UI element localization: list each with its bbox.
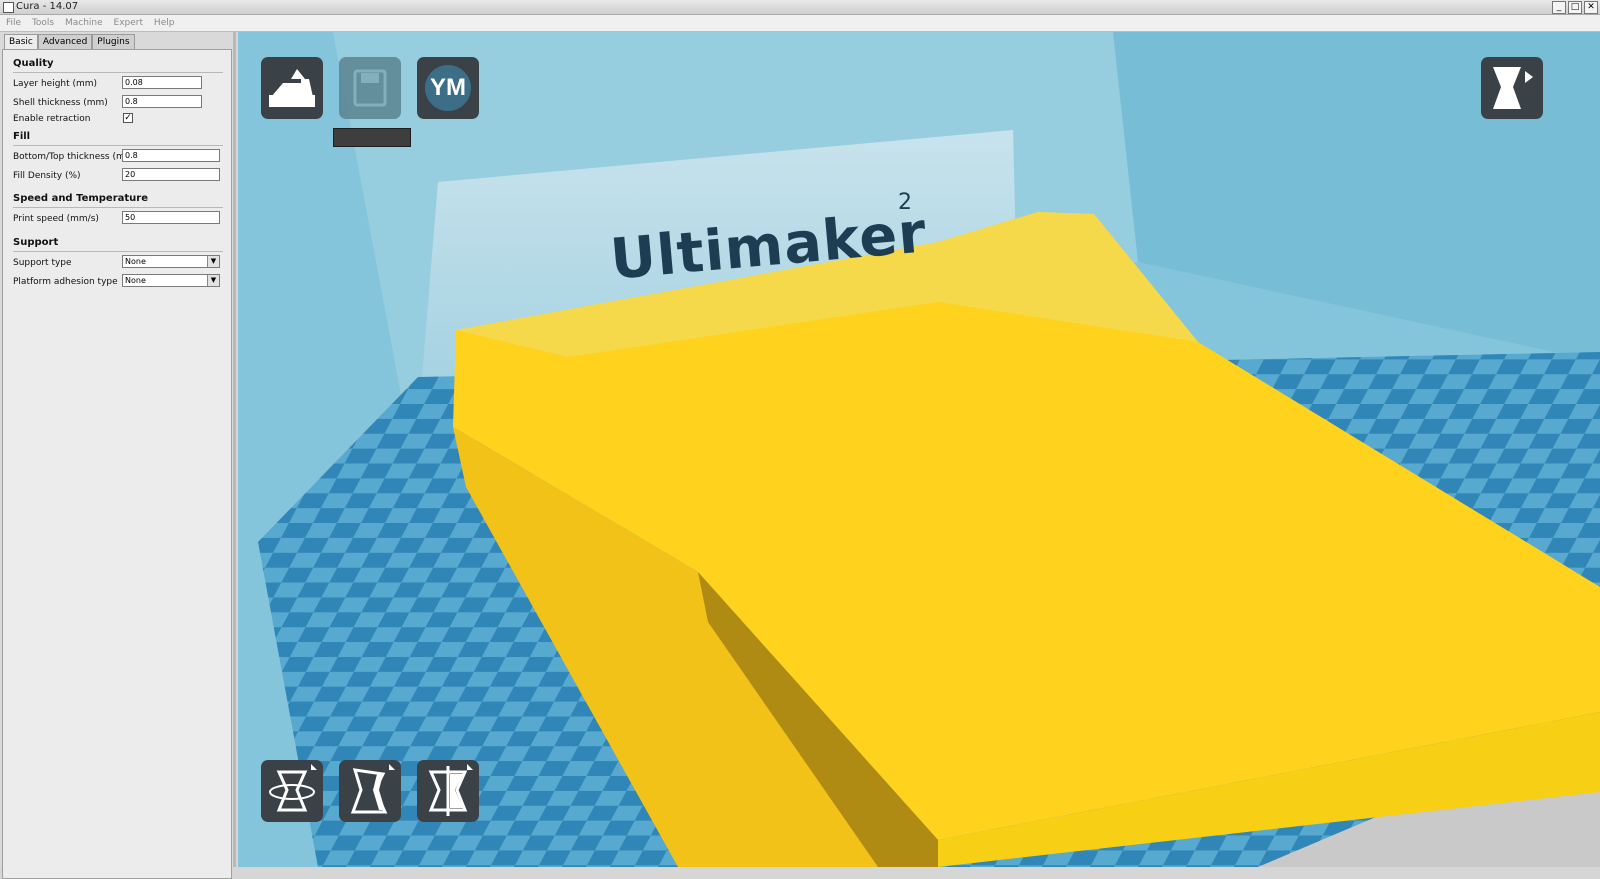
- mirror-icon: [428, 764, 473, 816]
- support-type-select[interactable]: None ▼: [122, 255, 220, 268]
- menu-file[interactable]: File: [6, 15, 21, 31]
- settings-tabs: Basic Advanced Plugins: [4, 34, 135, 50]
- youmagine-icon: YM: [425, 65, 471, 111]
- scene: [238, 32, 1600, 867]
- enable-retraction-label: Enable retraction: [13, 114, 91, 124]
- menu-expert[interactable]: Expert: [114, 15, 144, 31]
- mirror-tool-button[interactable]: [417, 760, 479, 822]
- bottom-top-thickness-input[interactable]: 0.8: [122, 149, 220, 162]
- minimize-button[interactable]: _: [1552, 1, 1566, 14]
- tab-plugins[interactable]: Plugins: [92, 34, 135, 49]
- maximize-button[interactable]: □: [1568, 1, 1582, 14]
- fill-density-label: Fill Density (%): [13, 171, 81, 181]
- view-mode-button[interactable]: [1481, 57, 1543, 119]
- platform-adhesion-value: None: [125, 276, 146, 285]
- bottom-top-thickness-label: Bottom/Top thickness (mm): [13, 152, 138, 162]
- 3d-viewport[interactable]: Ultimaker 2 YM: [238, 32, 1600, 867]
- menu-help[interactable]: Help: [154, 15, 175, 31]
- menu-tools[interactable]: Tools: [32, 15, 54, 31]
- layer-height-label: Layer height (mm): [13, 79, 98, 89]
- ultimaker-logo-superscript: 2: [898, 190, 912, 215]
- menu-machine[interactable]: Machine: [65, 15, 103, 31]
- chevron-down-icon[interactable]: ▼: [207, 275, 219, 286]
- chevron-down-icon[interactable]: ▼: [207, 256, 219, 267]
- shell-thickness-input[interactable]: 0.8: [122, 95, 202, 108]
- settings-panel: Basic Advanced Plugins Quality Layer hei…: [0, 32, 236, 879]
- shell-thickness-label: Shell thickness (mm): [13, 98, 108, 108]
- support-type-label: Support type: [13, 258, 72, 268]
- menu-bar: File Tools Machine Expert Help: [0, 15, 1600, 32]
- tab-advanced[interactable]: Advanced: [37, 34, 93, 49]
- support-type-value: None: [125, 257, 146, 266]
- section-quality-title: Quality: [13, 58, 54, 69]
- section-divider: [13, 251, 223, 252]
- scale-tool-button[interactable]: [339, 760, 401, 822]
- close-button[interactable]: ✕: [1584, 1, 1598, 14]
- layer-height-input[interactable]: 0.08: [122, 76, 202, 89]
- fill-density-input[interactable]: 20: [122, 168, 220, 181]
- print-speed-input[interactable]: 50: [122, 211, 220, 224]
- section-fill-title: Fill: [13, 131, 31, 142]
- slice-progress-bar: [333, 128, 411, 147]
- window-title: Cura - 14.07: [16, 1, 79, 12]
- save-icon: [353, 69, 387, 107]
- title-bar: Cura - 14.07 _ □ ✕: [0, 0, 1600, 15]
- section-speed-title: Speed and Temperature: [13, 193, 148, 204]
- platform-adhesion-label: Platform adhesion type: [13, 277, 118, 287]
- scale-icon: [350, 764, 395, 814]
- section-divider: [13, 72, 223, 73]
- enable-retraction-checkbox[interactable]: ✓: [123, 113, 133, 123]
- view-mode-icon: [1493, 67, 1533, 109]
- load-model-icon: [269, 69, 315, 107]
- section-divider: [13, 145, 223, 146]
- basic-settings-pane: Quality Layer height (mm) 0.08 Shell thi…: [2, 49, 232, 879]
- tab-basic[interactable]: Basic: [4, 34, 38, 50]
- load-model-button[interactable]: [261, 57, 323, 119]
- youmagine-button[interactable]: YM: [417, 57, 479, 119]
- print-speed-label: Print speed (mm/s): [13, 214, 99, 224]
- section-divider: [13, 207, 223, 208]
- rotate-icon: [269, 764, 317, 812]
- section-support-title: Support: [13, 237, 59, 248]
- save-toolpath-button[interactable]: [339, 57, 401, 119]
- rotate-tool-button[interactable]: [261, 760, 323, 822]
- platform-adhesion-select[interactable]: None ▼: [122, 274, 220, 287]
- app-icon: [3, 2, 14, 13]
